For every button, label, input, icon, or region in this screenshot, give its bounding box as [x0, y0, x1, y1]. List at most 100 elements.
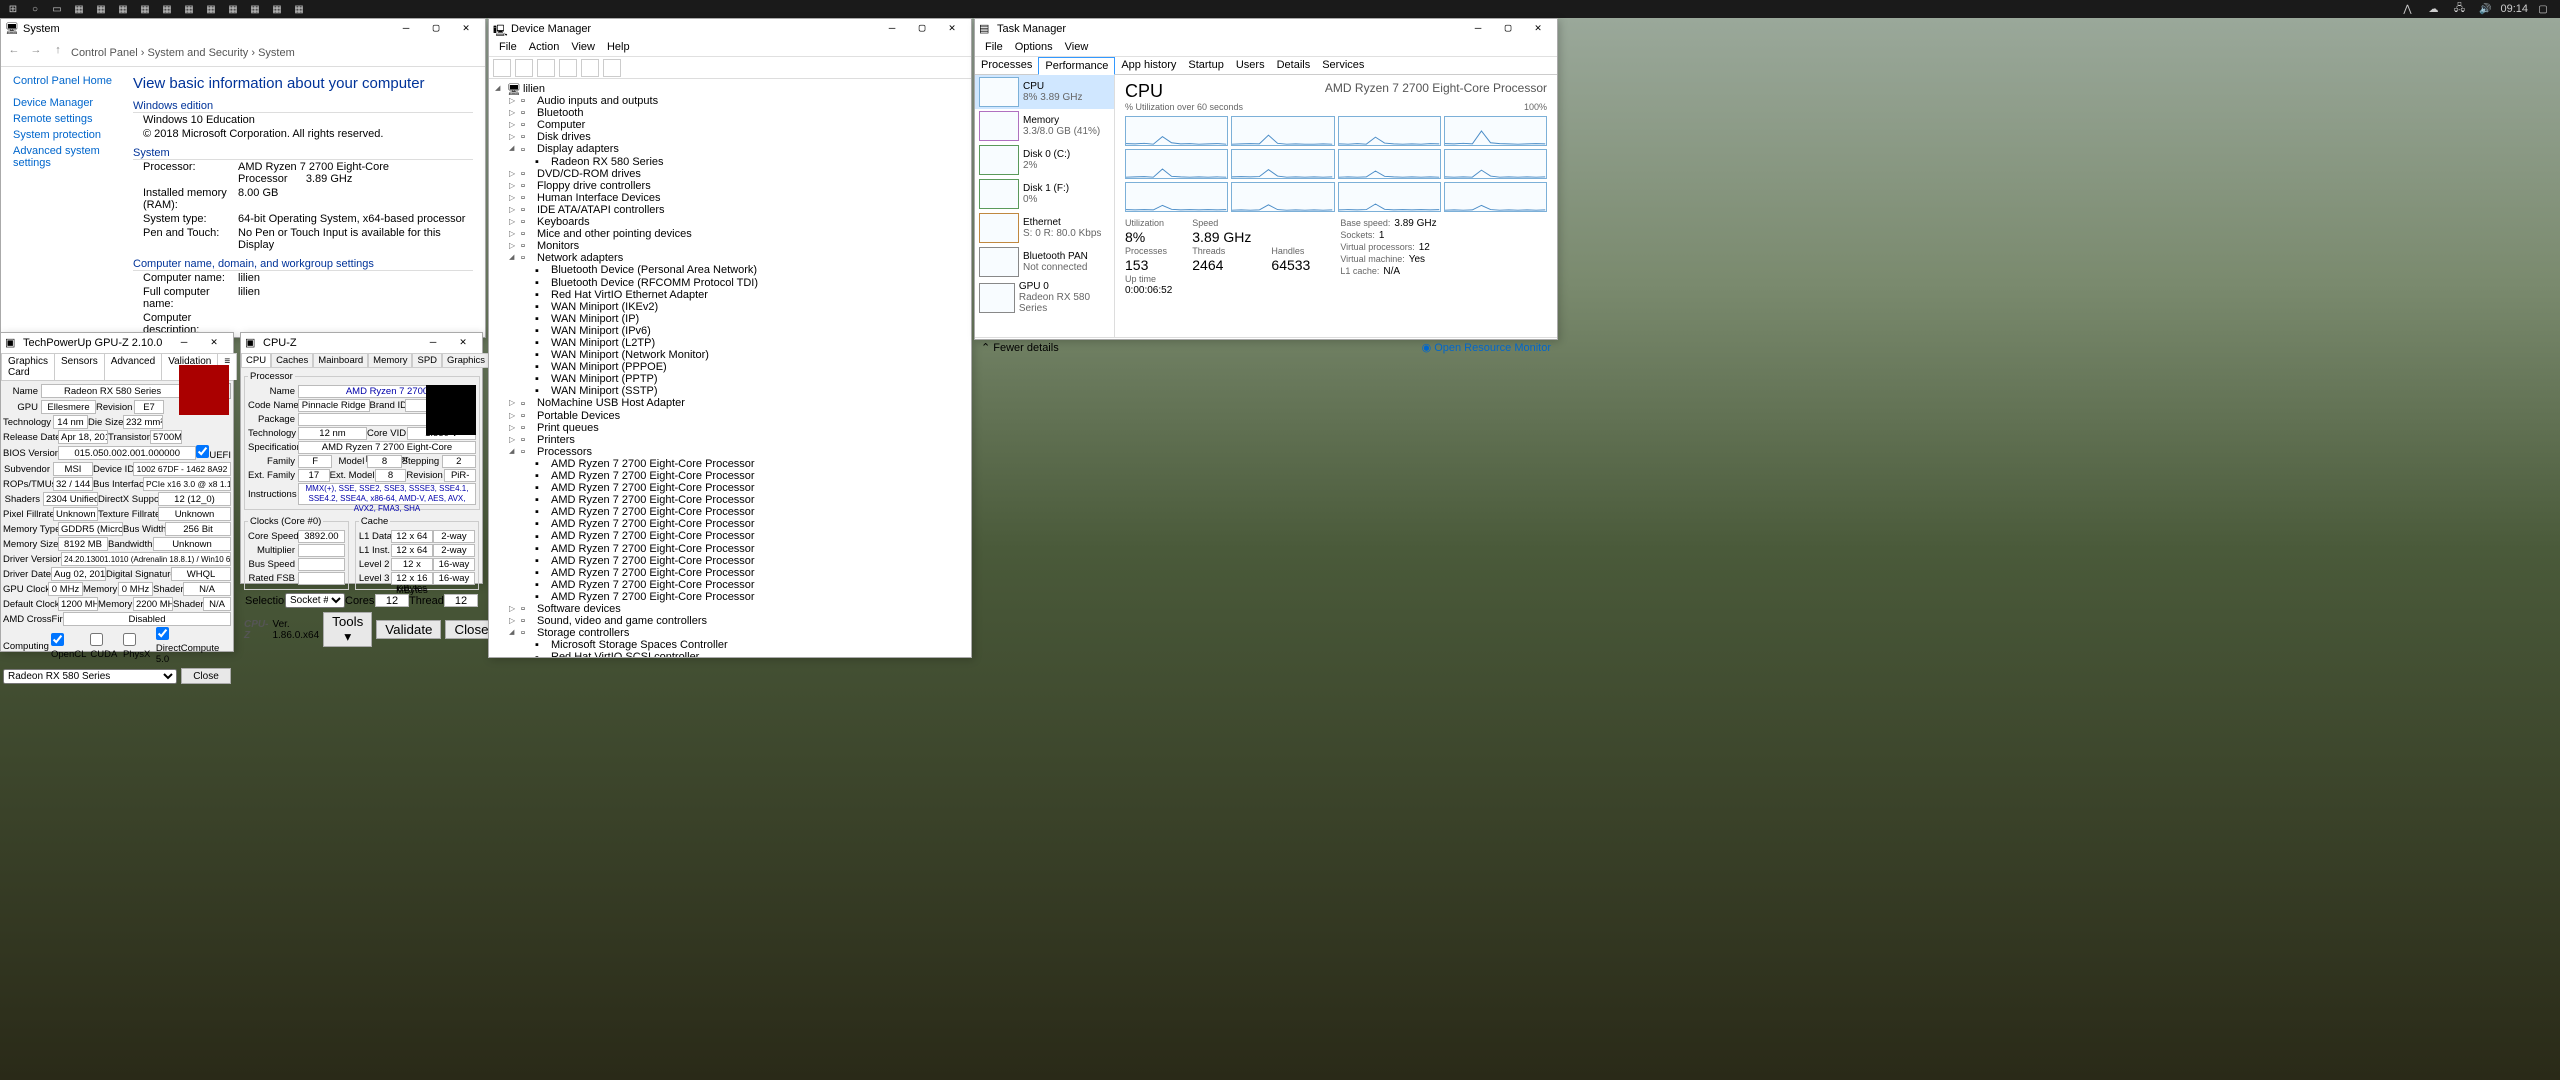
- tab[interactable]: Graphics: [442, 353, 490, 368]
- titlebar[interactable]: ▣ CPU-Z —✕: [241, 333, 482, 353]
- tree-item[interactable]: ▪AMD Ryzen 7 2700 Eight-Core Processor: [507, 579, 967, 591]
- maximize-button[interactable]: ▢: [907, 19, 937, 39]
- physx-checkbox[interactable]: PhysX: [123, 633, 156, 660]
- tree-category[interactable]: ▫Disk drives: [507, 131, 967, 143]
- tree-root[interactable]: 🖥lilien: [493, 83, 967, 95]
- close-button[interactable]: ✕: [199, 333, 229, 353]
- tree-category[interactable]: ▫Processors: [507, 446, 967, 458]
- perf-side-d0[interactable]: Disk 0 (C:)2%: [975, 143, 1114, 177]
- tree-category[interactable]: ▫Floppy drive controllers: [507, 180, 967, 192]
- cp-home-link[interactable]: Control Panel Home: [5, 73, 117, 89]
- tree-category[interactable]: ▫Mice and other pointing devices: [507, 228, 967, 240]
- tree-category[interactable]: ▫Display adapters: [507, 143, 967, 155]
- tool-icon[interactable]: [537, 59, 555, 77]
- tree-category[interactable]: ▫NoMachine USB Host Adapter: [507, 397, 967, 409]
- titlebar[interactable]: ▤ Task Manager —▢✕: [975, 19, 1557, 39]
- tree-item[interactable]: ▪AMD Ryzen 7 2700 Eight-Core Processor: [507, 506, 967, 518]
- tab[interactable]: Startup: [1182, 57, 1229, 74]
- maximize-button[interactable]: ▢: [1493, 19, 1523, 39]
- tree-item[interactable]: ▪WAN Miniport (IP): [507, 313, 967, 325]
- minimize-button[interactable]: —: [391, 19, 421, 39]
- start-icon[interactable]: ⊞: [5, 1, 21, 17]
- tab[interactable]: Details: [1271, 57, 1317, 74]
- tree-item[interactable]: ▪AMD Ryzen 7 2700 Eight-Core Processor: [507, 470, 967, 482]
- tab[interactable]: Services: [1316, 57, 1370, 74]
- gpu-select[interactable]: Radeon RX 580 Series: [3, 669, 177, 684]
- tree-category[interactable]: ▫Print queues: [507, 422, 967, 434]
- tree-category[interactable]: ▫Audio inputs and outputs: [507, 95, 967, 107]
- menu-action[interactable]: Action: [523, 39, 566, 56]
- maximize-button[interactable]: ▢: [421, 19, 451, 39]
- cloud-icon[interactable]: ☁: [2425, 1, 2441, 17]
- network-icon[interactable]: 🖧: [2451, 1, 2467, 17]
- app-icon[interactable]: ▦: [159, 1, 175, 17]
- tools-button[interactable]: Tools ▾: [323, 612, 372, 647]
- sidebar-link[interactable]: System protection: [5, 127, 117, 143]
- app-icon[interactable]: ▦: [225, 1, 241, 17]
- tree-item[interactable]: ▪AMD Ryzen 7 2700 Eight-Core Processor: [507, 482, 967, 494]
- socket-select[interactable]: Socket #1: [285, 593, 345, 608]
- tray-icon[interactable]: ⋀: [2399, 1, 2415, 17]
- tree-category[interactable]: ▫Network adapters: [507, 252, 967, 264]
- validate-button[interactable]: Validate: [376, 620, 441, 639]
- tree-category[interactable]: ▫Sound, video and game controllers: [507, 615, 967, 627]
- tree-category[interactable]: ▫Storage controllers: [507, 627, 967, 639]
- tree-item[interactable]: ▪Bluetooth Device (RFCOMM Protocol TDI): [507, 277, 967, 289]
- taskview-icon[interactable]: ▭: [49, 1, 65, 17]
- minimize-button[interactable]: —: [169, 333, 199, 353]
- tree-item[interactable]: ▪WAN Miniport (SSTP): [507, 385, 967, 397]
- tree-item[interactable]: ▪WAN Miniport (PPPOE): [507, 361, 967, 373]
- tree-item[interactable]: ▪Microsoft Storage Spaces Controller: [507, 639, 967, 651]
- tab[interactable]: Users: [1230, 57, 1271, 74]
- tab-cpu[interactable]: CPU: [241, 353, 271, 368]
- tree-item[interactable]: ▪WAN Miniport (L2TP): [507, 337, 967, 349]
- close-button[interactable]: ✕: [1523, 19, 1553, 39]
- app-icon[interactable]: ▦: [137, 1, 153, 17]
- perf-side-eth[interactable]: EthernetS: 0 R: 80.0 Kbps: [975, 211, 1114, 245]
- tab[interactable]: Advanced: [104, 353, 162, 380]
- close-button[interactable]: ✕: [448, 333, 478, 353]
- tree-item[interactable]: ▪AMD Ryzen 7 2700 Eight-Core Processor: [507, 458, 967, 470]
- tree-category[interactable]: ▫Bluetooth: [507, 107, 967, 119]
- dc-checkbox[interactable]: DirectCompute 5.0: [156, 627, 231, 665]
- uefi-checkbox[interactable]: UEFI: [196, 445, 231, 461]
- tab[interactable]: Caches: [271, 353, 313, 368]
- cuda-checkbox[interactable]: CUDA: [90, 633, 123, 660]
- tree-item[interactable]: ▪AMD Ryzen 7 2700 Eight-Core Processor: [507, 555, 967, 567]
- tree-category[interactable]: ▫Portable Devices: [507, 410, 967, 422]
- resource-monitor-link[interactable]: ◉ Open Resource Monitor: [1422, 341, 1551, 354]
- back-icon[interactable]: ←: [5, 44, 23, 62]
- menu-file[interactable]: File: [493, 39, 523, 56]
- tree-category[interactable]: ▫Keyboards: [507, 216, 967, 228]
- tree-category[interactable]: ▫Computer: [507, 119, 967, 131]
- tree-item[interactable]: ▪AMD Ryzen 7 2700 Eight-Core Processor: [507, 530, 967, 542]
- tree-item[interactable]: ▪AMD Ryzen 7 2700 Eight-Core Processor: [507, 518, 967, 530]
- app-icon[interactable]: ▦: [181, 1, 197, 17]
- menu-options[interactable]: Options: [1009, 39, 1059, 56]
- tree-item[interactable]: ▪Radeon RX 580 Series: [507, 156, 967, 168]
- clock[interactable]: 09:14: [2500, 3, 2528, 15]
- close-button[interactable]: Close: [181, 668, 231, 684]
- tree-item[interactable]: ▪Red Hat VirtIO SCSI controller: [507, 651, 967, 657]
- menu-view[interactable]: View: [1059, 39, 1095, 56]
- device-tree[interactable]: 🖥lilien▫Audio inputs and outputs▫Bluetoo…: [489, 79, 971, 657]
- tree-item[interactable]: ▪WAN Miniport (IKEv2): [507, 301, 967, 313]
- perf-side-gpu[interactable]: GPU 0Radeon RX 580 Series: [975, 279, 1114, 316]
- app-icon[interactable]: ▦: [203, 1, 219, 17]
- titlebar[interactable]: 🖥 System — ▢ ✕: [1, 19, 485, 39]
- tree-category[interactable]: ▫Monitors: [507, 240, 967, 252]
- opencl-checkbox[interactable]: OpenCL: [51, 633, 90, 660]
- close-button[interactable]: ✕: [937, 19, 967, 39]
- tab-performance[interactable]: Performance: [1038, 57, 1115, 75]
- app-icon[interactable]: ▦: [269, 1, 285, 17]
- app-icon[interactable]: ▦: [115, 1, 131, 17]
- tree-item[interactable]: ▪Red Hat VirtIO Ethernet Adapter: [507, 289, 967, 301]
- tree-item[interactable]: ▪WAN Miniport (IPv6): [507, 325, 967, 337]
- taskbar[interactable]: ⊞ ○ ▭ ▦ ▦ ▦ ▦ ▦ ▦ ▦ ▦ ▦ ▦ ▦ ⋀ ☁ 🖧 🔊 09:1…: [0, 0, 2560, 18]
- app-icon[interactable]: ▦: [247, 1, 263, 17]
- tree-category[interactable]: ▫DVD/CD-ROM drives: [507, 168, 967, 180]
- app-icon[interactable]: ▦: [291, 1, 307, 17]
- menu-file[interactable]: File: [979, 39, 1009, 56]
- volume-icon[interactable]: 🔊: [2477, 1, 2493, 17]
- tree-item[interactable]: ▪AMD Ryzen 7 2700 Eight-Core Processor: [507, 567, 967, 579]
